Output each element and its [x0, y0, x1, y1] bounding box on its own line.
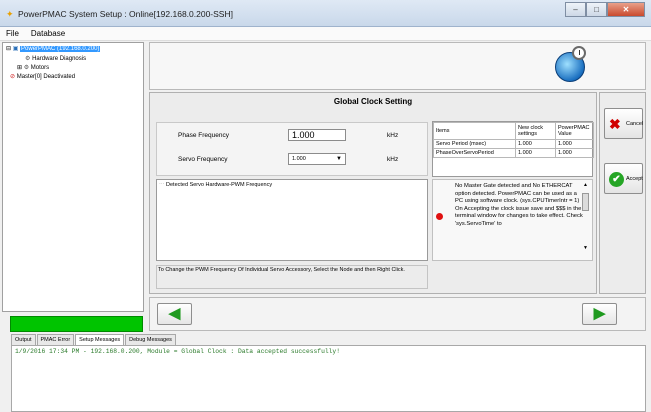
error-indicator-icon	[436, 213, 443, 220]
next-button[interactable]: ▶	[582, 303, 617, 325]
navigation-bar	[149, 297, 646, 331]
tree-item-label: Master[0] Deactivated	[16, 74, 76, 80]
table-header-new: New clock settings	[515, 122, 556, 140]
pmac-icon: ▣	[12, 46, 19, 52]
window-controls: – □ ✕	[565, 2, 645, 19]
table-cell: 1.000	[515, 148, 556, 158]
phase-unit-label: kHz	[387, 132, 399, 139]
menu-bar: File Database	[0, 27, 651, 41]
diagnosis-icon: ⚙	[25, 56, 31, 62]
log-line: 1/9/2016 17:34 PM - 192.168.0.200, Modul…	[15, 348, 340, 355]
accept-label: Accept	[626, 176, 643, 182]
message-tabs: Output PMAC Error Setup Messages Debug M…	[11, 334, 177, 345]
scroll-up-icon[interactable]: ▲	[581, 182, 590, 189]
message-text: No Master Gate detected and No ETHERCAT …	[455, 183, 583, 227]
table-row: Servo Period (msec) 1.000 1.000	[433, 139, 594, 149]
message-scrollbar[interactable]: ▲ ▼	[581, 182, 590, 252]
table-cell: 1.000	[555, 148, 594, 158]
tree-item-master[interactable]: ⊘ Master[0] Deactivated	[10, 73, 75, 81]
tab-pmac-error[interactable]: PMAC Error	[36, 334, 75, 345]
servo-frequency-value: 1.000	[292, 156, 306, 162]
detected-hardware-tree[interactable]	[156, 179, 428, 261]
motor-icon: ⚙	[23, 65, 30, 71]
table-cell: PhaseOverServoPeriod	[433, 148, 516, 158]
tab-setup-messages[interactable]: Setup Messages	[75, 334, 125, 345]
tab-debug-messages[interactable]: Debug Messages	[125, 334, 176, 345]
scroll-down-icon[interactable]: ▼	[581, 245, 590, 252]
tree-item-label: Motors	[30, 65, 50, 71]
tree-root[interactable]: ⊟ ▣ PowerPMAC (192.168.0.200)	[6, 45, 101, 53]
menu-database[interactable]: Database	[25, 27, 71, 40]
cancel-label: Cancel	[626, 121, 644, 127]
tree-item-hardware-diagnosis[interactable]: ⚙ Hardware Diagnosis	[25, 55, 86, 63]
table-header-pmac: PowerPMAC Value	[555, 122, 594, 140]
cancel-button[interactable]: ✖ Cancel	[604, 108, 643, 139]
tab-output[interactable]: Output	[11, 334, 36, 345]
check-icon: ✔	[609, 172, 624, 187]
deactivated-icon: ⊘	[10, 74, 16, 80]
panel-title: Global Clock Setting	[333, 97, 413, 106]
expand-icon[interactable]: ⊞	[17, 65, 22, 71]
accept-button[interactable]: ✔ Accept	[604, 163, 643, 194]
table-row: PhaseOverServoPeriod 1.000 1.000	[433, 148, 594, 158]
servo-unit-label: kHz	[387, 156, 399, 163]
window-title: PowerPMAC System Setup : Online[192.168.…	[18, 9, 233, 19]
phase-frequency-input[interactable]	[288, 129, 346, 141]
chevron-down-icon: ▼	[336, 156, 342, 162]
servo-frequency-select[interactable]: 1.000 ▼	[288, 153, 346, 165]
scroll-thumb[interactable]	[582, 193, 589, 211]
arrow-right-icon: ▶	[593, 305, 606, 322]
phase-frequency-label: Phase Frequency	[178, 132, 229, 139]
maximize-button[interactable]: □	[586, 2, 607, 17]
menu-file[interactable]: File	[0, 27, 25, 40]
tree-item-label: Hardware Diagnosis	[32, 56, 87, 62]
table-cell: 1.000	[515, 139, 556, 149]
close-button[interactable]: ✕	[607, 2, 645, 17]
app-icon: ✦	[6, 9, 14, 19]
tree-root-label[interactable]: PowerPMAC (192.168.0.200)	[20, 46, 101, 52]
table-cell: Servo Period (msec)	[433, 139, 516, 149]
tree-item-motors[interactable]: ⊞ ⚙ Motors	[17, 64, 49, 72]
back-button[interactable]: ◀	[157, 303, 192, 325]
status-progress-bar	[10, 316, 143, 332]
minimize-button[interactable]: –	[565, 2, 586, 17]
servo-frequency-label: Servo Frequency	[178, 156, 228, 163]
cancel-icon: ✖	[609, 116, 621, 132]
log-area[interactable]	[11, 345, 646, 412]
pwm-note: To Change the PWM Frequency Of Individua…	[158, 267, 405, 273]
clock-icon	[572, 46, 586, 60]
collapse-icon[interactable]: ⊟	[6, 46, 11, 52]
detected-hardware-title: ⋯ Detected Servo Hardware-PWM Frequency	[159, 182, 273, 188]
table-cell: 1.000	[555, 139, 594, 149]
project-tree[interactable]: ⊟ ▣ PowerPMAC (192.168.0.200) ⚙ Hardware…	[2, 42, 144, 312]
clock-settings-table: Items New clock settings PowerPMAC Value…	[432, 121, 594, 177]
table-header-items: Items	[433, 122, 516, 140]
arrow-left-icon: ◀	[168, 305, 181, 322]
